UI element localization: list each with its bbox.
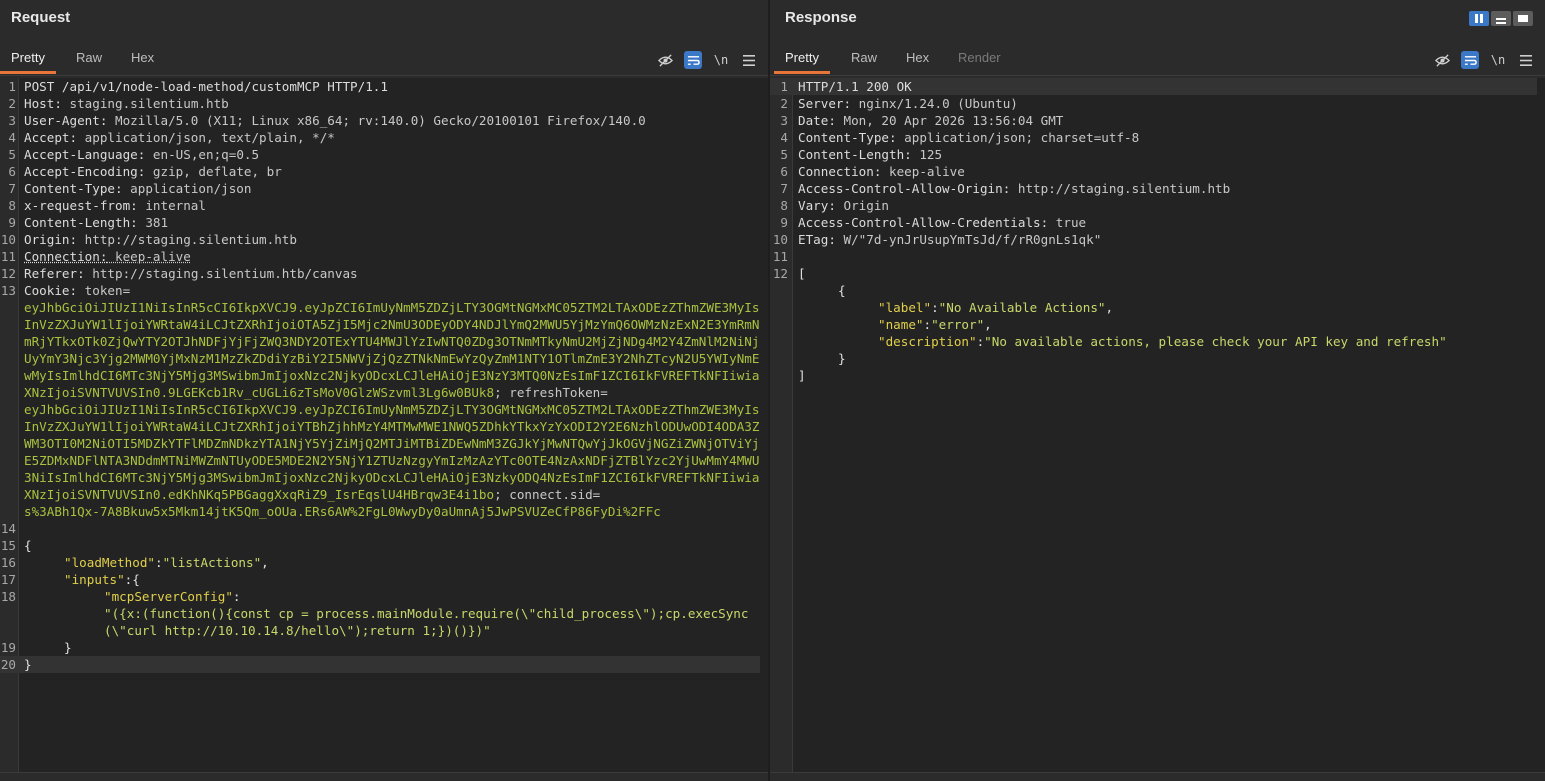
code-line: 9 Content-Length: 381 [8, 215, 169, 230]
code-line: "description":"No available actions, ple… [878, 334, 1447, 349]
code-line: 5 Content-Length: 125 [780, 147, 943, 162]
refresh-token-value: eyJhbGciOiJIUzI1NiIsInR5cCI6IkpXVCJ9.eyJ… [24, 402, 760, 502]
wrap-lines-icon[interactable] [1461, 51, 1479, 69]
code-line: 19} [0, 640, 72, 655]
code-line: 15{ [0, 538, 32, 553]
request-toolbar: \n [656, 50, 758, 70]
tab-hex[interactable]: Hex [120, 44, 165, 73]
code-line: 1 POST /api/v1/node-load-method/customMCP… [8, 79, 388, 94]
request-footer [0, 772, 768, 781]
layout-side-by-side-button[interactable] [1469, 11, 1489, 26]
response-tabs: Pretty Raw Hex Render \n [770, 44, 1545, 76]
token-value: eyJhbGciOiJIUzI1NiIsInR5cCI6IkpXVCJ9.eyJ… [24, 300, 760, 400]
request-tabs: Pretty Raw Hex \n [0, 44, 768, 76]
code-line: 2 Server: nginx/1.24.0 (Ubuntu) [780, 96, 1018, 111]
newline-toggle-icon[interactable]: \n [1489, 51, 1507, 69]
code-line: 18 "mcpServerConfig": "({x:(function(){con… [0, 589, 749, 638]
code-line: { [838, 283, 846, 298]
wrap-lines-icon[interactable] [684, 51, 702, 69]
mcp-server-config-value: "({x:(function(){const cp = process.main… [104, 606, 749, 638]
code-line: 8 Vary: Origin [780, 198, 889, 213]
hide-nonprintable-icon[interactable] [656, 51, 674, 69]
code-line: 11 Connection: keep-alive [0, 249, 191, 264]
tab-pretty[interactable]: Pretty [774, 44, 830, 74]
code-line: 10 Origin: http://staging.silentium.htb [0, 232, 297, 247]
layout-switcher [1469, 11, 1533, 26]
tab-hex[interactable]: Hex [895, 44, 940, 73]
tab-raw[interactable]: Raw [840, 44, 888, 73]
code-line: 7 Content-Type: application/json [8, 181, 252, 196]
code-line: 12 Referer: http://staging.silentium.htb/… [0, 266, 358, 281]
layout-stacked-button[interactable] [1491, 11, 1511, 26]
response-code: 1 HTTP/1.1 200 OK 2 Server: nginx/1.24.0 (… [770, 78, 1537, 384]
code-line-cookie: 13 Cookie: token= eyJhbGciOiJIUzI1NiIsInR5… [0, 283, 760, 519]
code-line: 6 Connection: keep-alive [780, 164, 965, 179]
connect-sid-value: s%3ABh1Qx-7A8Bkuw5x5Mkm14jtK5Qm_oOUa.ERs… [24, 504, 661, 519]
code-line: "name":"error", [878, 317, 992, 332]
code-line: 3 User-Agent: Mozilla/5.0 (X11; Linux x86… [8, 113, 646, 128]
code-line: 4 Content-Type: application/json; charset… [780, 130, 1140, 145]
response-footer [770, 772, 1545, 781]
request-code: 1 POST /api/v1/node-load-method/customMCP… [0, 78, 760, 673]
status-line: HTTP/1.1 200 OK [798, 79, 912, 94]
code-line: 12[ [772, 266, 806, 281]
code-line: 17 "inputs":{ [0, 572, 140, 587]
response-toolbar: \n [1433, 50, 1535, 70]
code-line: 4 Accept: application/json, text/plain, *… [8, 130, 335, 145]
request-editor[interactable]: 1 POST /api/v1/node-load-method/customMCP… [0, 78, 768, 773]
code-line: 8 x-request-from: internal [8, 198, 206, 213]
newline-toggle-icon[interactable]: \n [712, 51, 730, 69]
code-line: } [838, 351, 846, 366]
code-line-current: 1 HTTP/1.1 200 OK [770, 78, 1537, 95]
tab-pretty[interactable]: Pretty [0, 44, 56, 74]
layout-tabs-button[interactable] [1513, 11, 1533, 26]
menu-icon[interactable] [740, 51, 758, 69]
request-title: Request [11, 9, 71, 26]
code-line: 9 Access-Control-Allow-Credentials: true [780, 215, 1087, 230]
tab-raw[interactable]: Raw [65, 44, 113, 73]
code-line: 11 [772, 249, 788, 264]
code-line: 14 [0, 521, 16, 536]
code-line: 7 Access-Control-Allow-Origin: http://sta… [780, 181, 1231, 196]
response-panel: Response Pretty Raw Hex Render \n 1 HTTP/… [770, 0, 1545, 781]
code-line: 3 Date: Mon, 20 Apr 2026 13:56:04 GMT [780, 113, 1064, 128]
code-line: "label":"No Available Actions", [878, 300, 1114, 315]
code-line: 16 "loadMethod":"listActions", [0, 555, 269, 570]
request-line: POST /api/v1/node-load-method/customMCP … [24, 79, 388, 94]
hide-nonprintable-icon[interactable] [1433, 51, 1451, 69]
code-line-current: 20} [0, 656, 760, 673]
menu-icon[interactable] [1517, 51, 1535, 69]
tab-render[interactable]: Render [947, 44, 1012, 73]
code-line: 2 Host: staging.silentium.htb [8, 96, 229, 111]
response-title: Response [785, 9, 857, 26]
code-line: 5 Accept-Language: en-US,en;q=0.5 [8, 147, 260, 162]
response-editor[interactable]: 1 HTTP/1.1 200 OK 2 Server: nginx/1.24.0 (… [770, 78, 1545, 773]
code-line: 10 ETag: W/"7d-ynJrUsupYmTsJd/f/rR0gnLs1q… [772, 232, 1102, 247]
code-line: ] [798, 368, 806, 383]
request-panel: Request Pretty Raw Hex \n 1 POST /api/v1/… [0, 0, 768, 781]
code-line: 6 Accept-Encoding: gzip, deflate, br [8, 164, 282, 179]
